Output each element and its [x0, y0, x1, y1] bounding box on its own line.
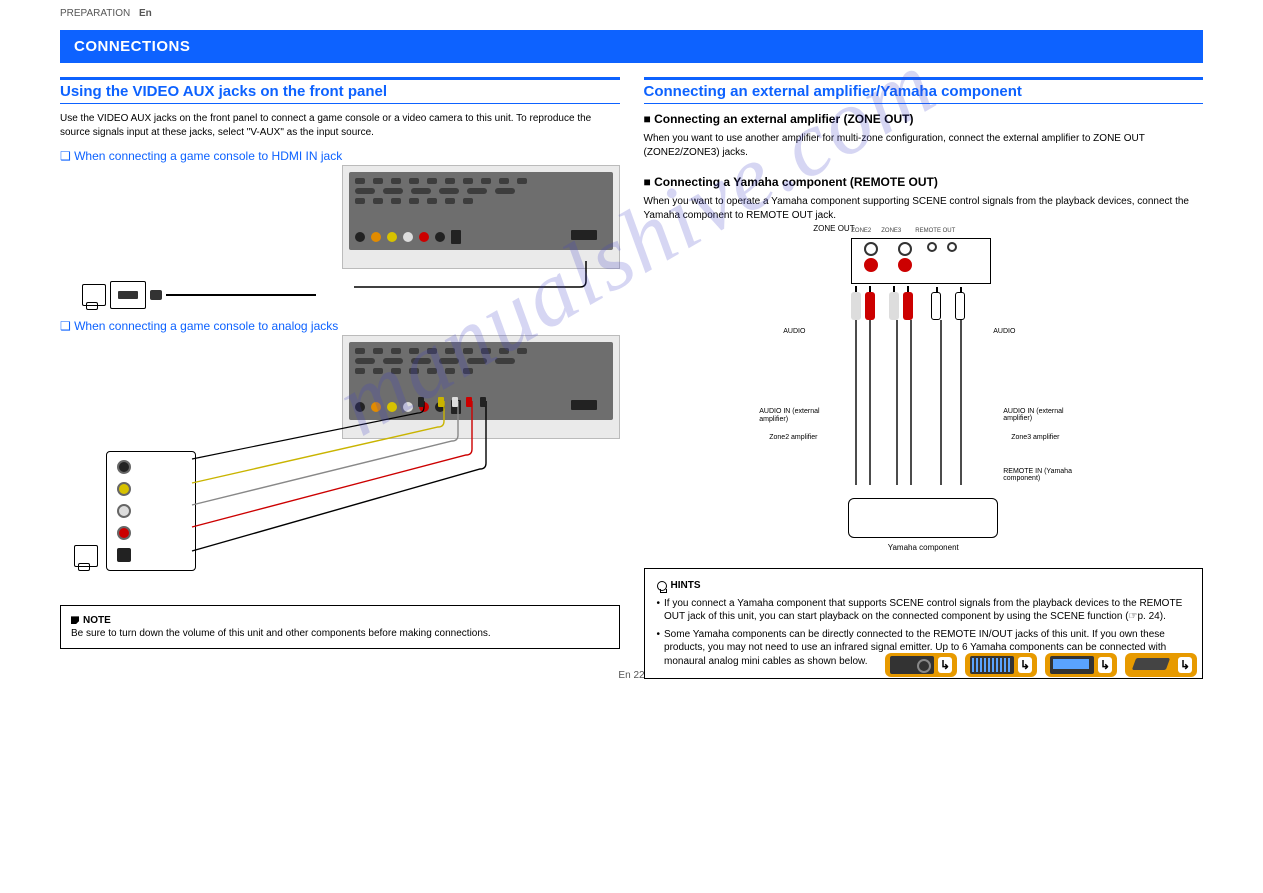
right-column: Connecting an external amplifier/Yamaha … — [644, 77, 1204, 679]
hdmi-plug-icon — [110, 281, 146, 309]
section-heading-video-aux: Using the VIDEO AUX jacks on the front p… — [60, 77, 620, 104]
section-heading-external-amp: Connecting an external amplifier/Yamaha … — [644, 77, 1204, 104]
label-audio-in-amp-z2: AUDIO IN (external amplifier) — [759, 408, 839, 425]
left-column: Using the VIDEO AUX jacks on the front p… — [60, 77, 620, 679]
usb-port-icon — [451, 230, 461, 244]
label-amp-z3: Zone3 amplifier — [1011, 434, 1059, 441]
section-intro-para: Use the VIDEO AUX jacks on the front pan… — [60, 112, 620, 139]
zone-out-para: When you want to use another amplifier f… — [644, 132, 1204, 159]
note-body: Be sure to turn down the volume of this … — [71, 628, 491, 639]
arrow-icon: ↳ — [1178, 657, 1192, 673]
label-remote-out-hdr: REMOTE OUT — [915, 228, 955, 234]
front-panel-face — [349, 172, 613, 250]
composite-video-jack-icon — [117, 482, 131, 496]
zone-cables-svg — [851, 320, 1011, 500]
arrow-icon: ↳ — [1018, 657, 1032, 673]
subheading-analog: ❑ When connecting a game console to anal… — [60, 319, 620, 333]
game-console-icon-2 — [74, 545, 98, 567]
analog-cables-svg — [188, 401, 448, 601]
page-number: En 22 — [618, 670, 644, 681]
note-box: NOTE Be sure to turn down the volume of … — [60, 605, 620, 649]
hdmi-connector-icon — [150, 290, 162, 300]
subheading-zone-out: ■ Connecting an external amplifier (ZONE… — [644, 112, 1204, 126]
diagram-zone-out: ZONE OUT ZONE2 ZONE3 REMOTE OUT — [743, 238, 1103, 538]
nav-keypad-button[interactable]: ↳ — [965, 653, 1037, 677]
hdmi-cable-svg — [342, 261, 622, 311]
hdmi-in-port-icon — [571, 230, 597, 240]
label-zone-out: ZONE OUT — [813, 224, 854, 233]
diagram-analog-connection — [60, 335, 620, 595]
label-zone2-hdr: ZONE2 — [851, 228, 871, 234]
keypad-icon — [970, 656, 1014, 674]
label-audio-right: AUDIO — [993, 328, 1015, 336]
remote-out-para: When you want to operate a Yamaha compon… — [644, 195, 1204, 222]
rca-plug-row — [851, 292, 965, 320]
subheading-remote-out: ■ Connecting a Yamaha component (REMOTE … — [644, 175, 1204, 189]
label-audio-left: AUDIO — [783, 328, 805, 336]
lightbulb-icon — [657, 581, 667, 591]
svideo-jack-icon — [117, 460, 131, 474]
nav-front-panel-button[interactable]: ↳ — [885, 653, 957, 677]
hints-bullet-1: If you connect a Yamaha component that s… — [664, 597, 1190, 624]
footer-nav: ↳ ↳ ↳ ↳ — [885, 653, 1197, 677]
audio-left-jack-icon — [117, 504, 131, 518]
source-jack-panel — [106, 451, 196, 571]
label-audio-in-amp-z3: AUDIO IN (external amplifier) — [1003, 408, 1093, 422]
remote-icon — [1130, 656, 1174, 674]
note-heading: NOTE — [83, 615, 111, 626]
nav-display-button[interactable]: ↳ — [1045, 653, 1117, 677]
subheading-hdmi: ❑ When connecting a game console to HDMI… — [60, 149, 620, 163]
label-yamaha-component: Yamaha component — [888, 543, 959, 552]
label-remote-in-yam: REMOTE IN (Yamaha component) — [1003, 468, 1103, 482]
display-icon — [1050, 656, 1094, 674]
breadcrumb-lang: En — [139, 8, 152, 19]
rear-panel-jacks — [851, 238, 991, 284]
page-title-banner: CONNECTIONS — [60, 30, 1203, 63]
nav-remote-button[interactable]: ↳ — [1125, 653, 1197, 677]
hints-heading: HINTS — [671, 579, 701, 593]
diagram-hdmi-connection — [60, 165, 620, 269]
front-panel-jacks — [355, 230, 461, 244]
label-amp-z2: Zone2 amplifier — [769, 434, 817, 441]
breadcrumb-section: PREPARATION — [60, 8, 130, 19]
optical-jack-icon — [117, 548, 131, 562]
game-console-analog-source — [74, 451, 196, 571]
front-panel-icon — [890, 656, 934, 674]
yamaha-component-box — [848, 498, 998, 538]
game-console-icon — [82, 284, 106, 306]
audio-right-jack-icon — [117, 526, 131, 540]
breadcrumb: PREPARATION En — [60, 8, 152, 19]
arrow-icon: ↳ — [938, 657, 952, 673]
label-zone3-hdr: ZONE3 — [881, 228, 901, 234]
receiver-chassis — [342, 165, 620, 269]
game-console-source — [82, 281, 316, 309]
arrow-icon: ↳ — [1098, 657, 1112, 673]
